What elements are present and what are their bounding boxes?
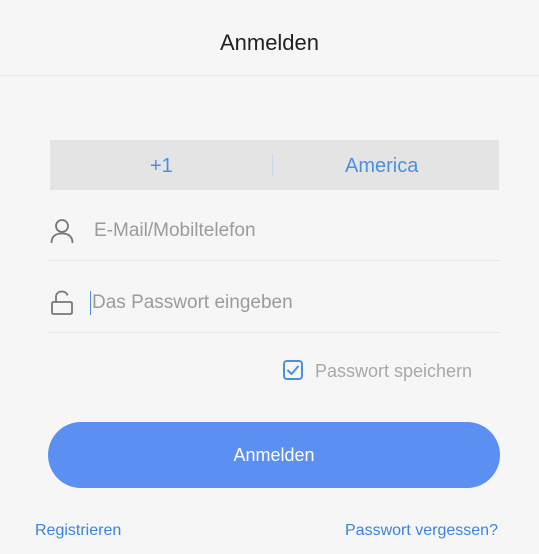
- text-caret: [90, 291, 91, 315]
- remember-password-label[interactable]: Passwort speichern: [315, 361, 472, 382]
- forgot-password-link[interactable]: Passwort vergessen?: [345, 522, 498, 540]
- password-input-placeholder[interactable]: Das Passwort eingeben: [92, 292, 293, 314]
- country-code[interactable]: +1: [150, 155, 173, 178]
- checkbox-checked-icon[interactable]: [283, 360, 303, 380]
- header-bar: Anmelden: [0, 0, 539, 76]
- lock-icon: [50, 290, 74, 316]
- country-name[interactable]: America: [345, 155, 418, 178]
- page-title: Anmelden: [219, 30, 320, 55]
- country-selector[interactable]: +1 America: [50, 140, 499, 190]
- login-button[interactable]: Anmelden: [48, 422, 500, 488]
- email-input-placeholder[interactable]: E-Mail/Mobiltelefon: [94, 220, 256, 242]
- register-link[interactable]: Registrieren: [35, 522, 121, 540]
- email-field[interactable]: E-Mail/Mobiltelefon: [48, 204, 500, 261]
- password-field[interactable]: Das Passwort eingeben: [48, 276, 500, 333]
- country-divider: [272, 154, 273, 176]
- user-icon: [50, 218, 74, 244]
